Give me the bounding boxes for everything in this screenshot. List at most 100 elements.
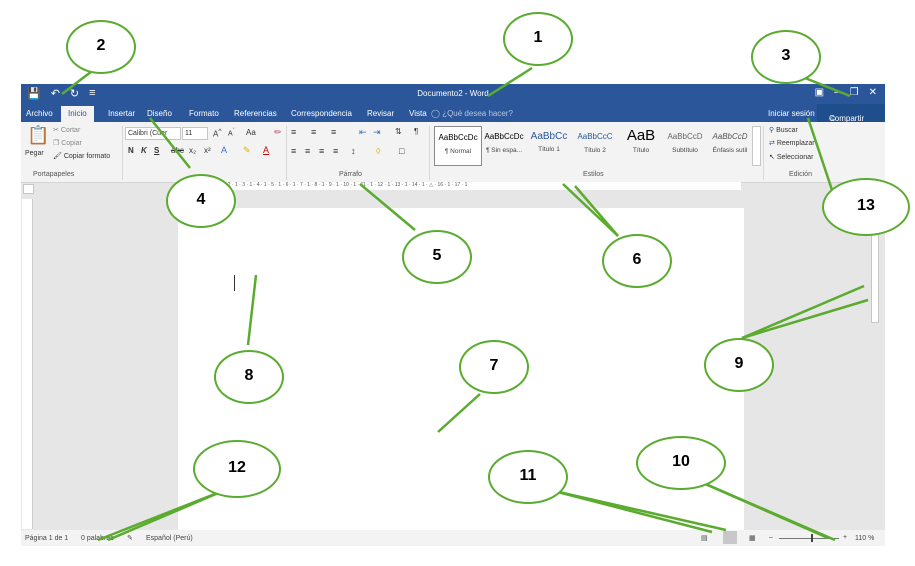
callout-number: 3 [781,47,791,64]
numbering-icon[interactable]: ≡ [311,127,316,137]
cursor-icon: ↖ [769,154,775,161]
callout-number: 5 [432,247,442,264]
title-bar: 💾 ↶ ↻ ≡ Documento2 - Word ▣ – ❐ ✕ [21,84,885,104]
pilcrow-icon[interactable]: ¶ [414,127,418,136]
tab-referencias[interactable]: Referencias [234,109,277,118]
clear-format-icon[interactable]: ✏ [274,127,282,138]
close-icon[interactable]: ✕ [869,87,877,98]
minimize-icon[interactable]: – [834,87,840,98]
word-count[interactable]: 0 palabras [81,535,114,542]
paste-button[interactable]: Pegar [25,150,44,157]
ribbon-display-icon[interactable]: ▣ [815,87,824,98]
print-layout-icon[interactable] [723,531,737,544]
zoom-level[interactable]: 110 % [855,535,874,542]
style-subtle-emphasis[interactable]: AaBbCcD Énfasis sutil [707,126,753,164]
signin-link[interactable]: Iniciar sesión [768,109,815,118]
grow-font-icon[interactable]: A^ [213,128,221,139]
tab-selector[interactable] [23,184,34,194]
style-name: Subtítulo [672,147,698,154]
style-normal[interactable]: AaBbCcDc ¶ Normal [434,126,482,166]
align-center-icon[interactable]: ≡ [305,146,310,156]
copy-icon: ❐ [53,140,60,147]
web-layout-icon[interactable]: ▦ [749,534,756,542]
line-spacing-icon[interactable]: ↕ [351,146,356,156]
page-count[interactable]: Página 1 de 1 [25,535,68,542]
align-left-icon[interactable]: ≡ [291,146,296,156]
copy-button[interactable]: ❐ Copiar [53,139,82,147]
style-name: Énfasis sutil [712,147,748,154]
style-name: Título 2 [584,147,606,154]
zoom-in-icon[interactable]: + [843,534,847,541]
select-button[interactable]: ↖ Seleccionar [769,153,813,161]
style-no-spacing[interactable]: AaBbCcDc ¶ Sin espa... [481,126,527,164]
strikethrough-icon[interactable]: abc [171,146,184,155]
horizontal-ruler[interactable]: · 1 · 2 · 1 · 1 · ␣ · 1 · 2 · 1 · 3 · 1 … [181,182,741,190]
proofing-icon[interactable]: ✎ [127,534,133,542]
justify-icon[interactable]: ≡ [333,146,338,156]
font-size-select[interactable]: 11 [182,127,208,140]
replace-button[interactable]: ⇄ Reemplazar [769,139,815,147]
tab-correspondencia[interactable]: Correspondencia [291,109,352,118]
tab-revisar[interactable]: Revisar [367,109,394,118]
style-subtitle[interactable]: AaBbCcD Subtítulo [662,126,708,164]
language-indicator[interactable]: Español (Perú) [146,535,193,542]
cut-button[interactable]: ✂ Cortar [53,126,80,134]
find-button[interactable]: ⚲ Buscar [769,126,798,134]
tab-formato[interactable]: Formato [189,109,219,118]
styles-scroll[interactable] [752,126,761,166]
tab-archivo[interactable]: Archivo [26,109,53,118]
bold-button[interactable]: N [128,146,134,155]
style-name: Título 1 [538,146,560,153]
change-case-button[interactable]: Aa [246,128,256,137]
highlight-icon[interactable]: ✎ [243,145,251,156]
tab-vista[interactable]: Vista [409,109,427,118]
tab-diseno[interactable]: Diseño [147,109,172,118]
restore-icon[interactable]: ❐ [850,87,859,98]
underline-button[interactable]: S [154,146,159,155]
callout-number: 10 [672,453,690,470]
tab-insertar[interactable]: Insertar [108,109,135,118]
style-title[interactable]: AaB Título [618,126,664,164]
callout-1: 1 [503,12,573,66]
align-right-icon[interactable]: ≡ [319,146,324,156]
format-painter-button[interactable]: 🖌 Copiar formato [53,152,110,160]
vertical-ruler[interactable] [22,199,33,529]
tell-me-box[interactable]: ◯ ¿Qué desea hacer? [431,109,513,118]
callout-number: 2 [96,37,106,54]
paste-icon[interactable]: 📋 [27,125,49,146]
style-heading-1[interactable]: AaBbCc Título 1 [526,126,572,164]
sort-icon[interactable]: ⇅ [395,127,402,136]
superscript-button[interactable]: x² [204,146,211,155]
share-button[interactable]: ☺ Compartir [817,104,885,123]
scrollbar-thumb[interactable] [871,231,879,323]
subscript-button[interactable]: x₂ [189,146,196,155]
increase-indent-icon[interactable]: ⇥ [373,127,381,138]
ribbon: 📋 Pegar ✂ Cortar ❐ Copiar 🖌 Copiar forma… [21,122,885,183]
zoom-slider[interactable] [779,538,839,539]
callout-number: 13 [857,197,875,214]
style-sample: AaBbCcD [712,132,748,141]
callout-number: 6 [632,251,642,268]
multilevel-list-icon[interactable]: ≡ [331,127,336,137]
borders-icon[interactable]: □ [399,146,404,156]
italic-button[interactable]: K [141,146,147,155]
font-name-select[interactable]: Calibri (Cuer [125,127,181,140]
zoom-out-icon[interactable]: – [769,534,773,541]
shrink-font-icon[interactable]: Aˇ [228,128,235,137]
shading-icon[interactable]: ◊ [376,146,380,156]
callout-number: 1 [533,29,543,46]
search-icon: ⚲ [769,127,775,134]
font-name-value: Calibri (Cuer [128,130,168,137]
zoom-slider-thumb[interactable] [811,534,813,542]
font-color-icon[interactable]: A [263,145,269,155]
read-mode-icon[interactable]: ▤ [701,534,708,542]
tell-me-text: ¿Qué desea hacer? [442,109,513,118]
bullets-icon[interactable]: ≡ [291,127,296,137]
text-effects-icon[interactable]: A [221,145,227,155]
style-heading-2[interactable]: AaBbCcC Título 2 [572,126,618,164]
style-sample: AaBbCcDc [484,132,524,141]
vertical-scrollbar[interactable] [869,191,879,531]
tab-inicio[interactable]: Inicio [61,106,94,122]
decrease-indent-icon[interactable]: ⇤ [359,127,367,138]
document-title: Documento2 - Word [417,89,489,98]
